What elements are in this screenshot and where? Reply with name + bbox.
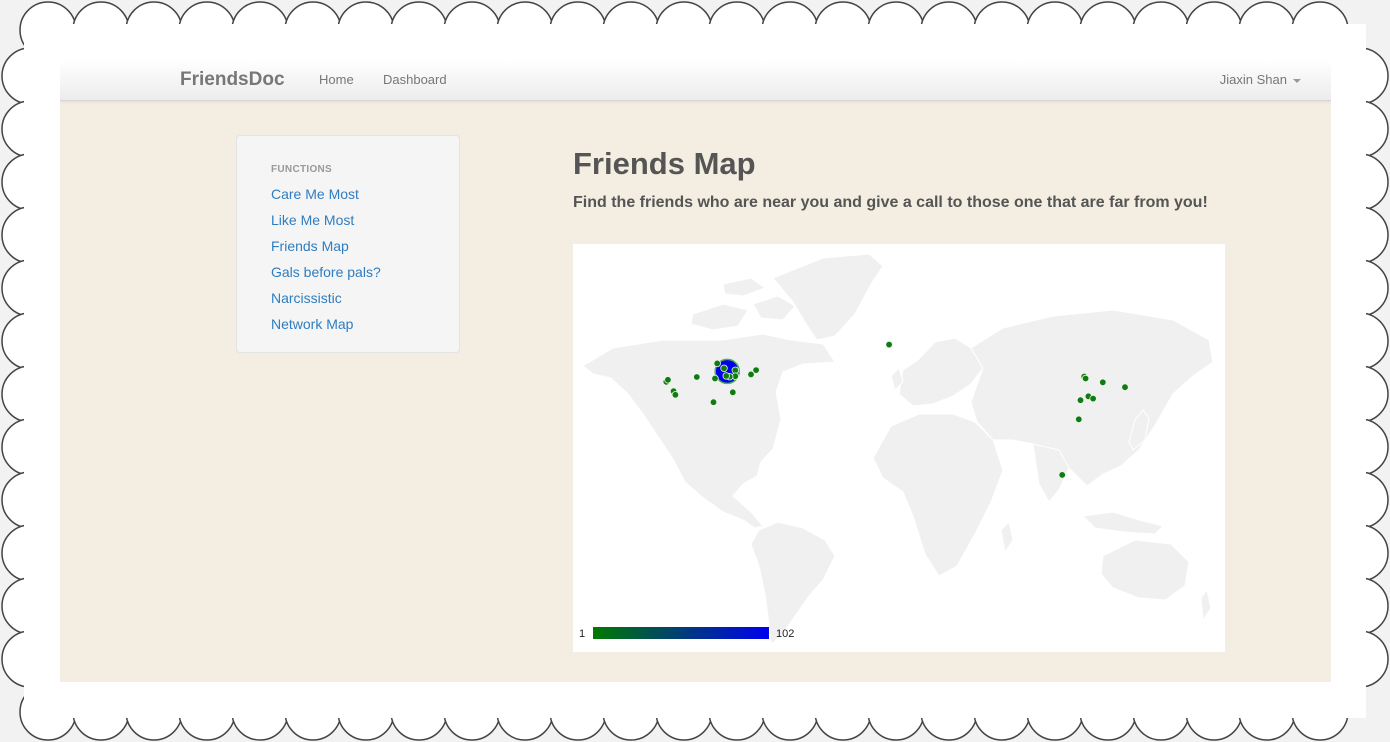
nav-home-link[interactable]: Home: [319, 72, 354, 87]
sidebar-item-gals-before-pals[interactable]: Gals before pals?: [271, 264, 381, 280]
map-marker-tianjin[interactable]: [1081, 374, 1090, 383]
map-marker-amsterdam[interactable]: [885, 340, 893, 349]
land-indonesia: [1081, 511, 1164, 535]
sidebar-item-like-me-most[interactable]: Like Me Most: [271, 212, 354, 228]
sidebar-item-network-map[interactable]: Network Map: [271, 316, 353, 332]
legend-min-label: 1: [579, 628, 586, 640]
map-marker-kansas[interactable]: [711, 374, 719, 383]
map-marker-minneapolis[interactable]: [713, 359, 721, 368]
land-australia: [1100, 539, 1190, 601]
page-title: Friends Map: [573, 146, 756, 181]
color-legend-bar: [593, 627, 769, 639]
map-marker-tokyo[interactable]: [1121, 383, 1129, 391]
map-marker-singapore[interactable]: [1058, 471, 1066, 479]
map-marker-denver[interactable]: [693, 373, 701, 381]
map-marker-shanghai[interactable]: [1089, 394, 1097, 403]
browser-viewport: FriendsDoc Home Dashboard Jiaxin Shan FU…: [60, 60, 1331, 682]
top-navbar: FriendsDoc Home Dashboard Jiaxin Shan: [60, 60, 1331, 101]
caret-down-icon: [1293, 78, 1301, 83]
sidebar-item-friends-map[interactable]: Friends Map: [271, 238, 349, 254]
nav-dashboard-link[interactable]: Dashboard: [383, 72, 447, 87]
map-marker-atlanta[interactable]: [729, 388, 737, 396]
land-greenland: [772, 253, 884, 341]
sidebar-item-care-me-most[interactable]: Care Me Most: [271, 186, 359, 202]
map-marker-illinois-south[interactable]: [722, 372, 730, 380]
sidebar-item-narcissistic[interactable]: Narcissistic: [271, 290, 342, 306]
map-marker-guangzhou[interactable]: [1075, 415, 1083, 423]
map-marker-boston[interactable]: [752, 366, 760, 374]
legend-max-label: 102: [776, 628, 795, 640]
user-name: Jiaxin Shan: [1219, 72, 1287, 87]
map-marker-wisconsin[interactable]: [720, 364, 728, 372]
map-marker-seoul[interactable]: [1099, 378, 1107, 386]
map-marker-texas[interactable]: [709, 398, 718, 406]
map-marker-wuhan[interactable]: [1076, 396, 1085, 404]
map-marker-san-diego[interactable]: [671, 391, 680, 399]
land-south-america: [750, 521, 836, 645]
map-marker-sacramento[interactable]: [664, 376, 672, 384]
sidebar-header: FUNCTIONS: [271, 164, 333, 175]
land-europe: [898, 337, 984, 407]
land-new-zealand: [1200, 588, 1212, 622]
user-dropdown[interactable]: Jiaxin Shan: [1220, 72, 1301, 87]
page-subtitle: Find the friends who are near you and gi…: [573, 194, 1208, 211]
world-map-svg: [582, 253, 1214, 645]
sidebar-panel: FUNCTIONS Care Me Most Like Me Most Frie…: [236, 135, 460, 353]
brand-logo[interactable]: FriendsDoc: [180, 69, 285, 91]
friends-geo-map[interactable]: 1 102: [573, 244, 1225, 652]
land-north-america: [582, 333, 836, 529]
land-africa: [872, 413, 1004, 577]
land-madagascar: [1000, 521, 1014, 554]
